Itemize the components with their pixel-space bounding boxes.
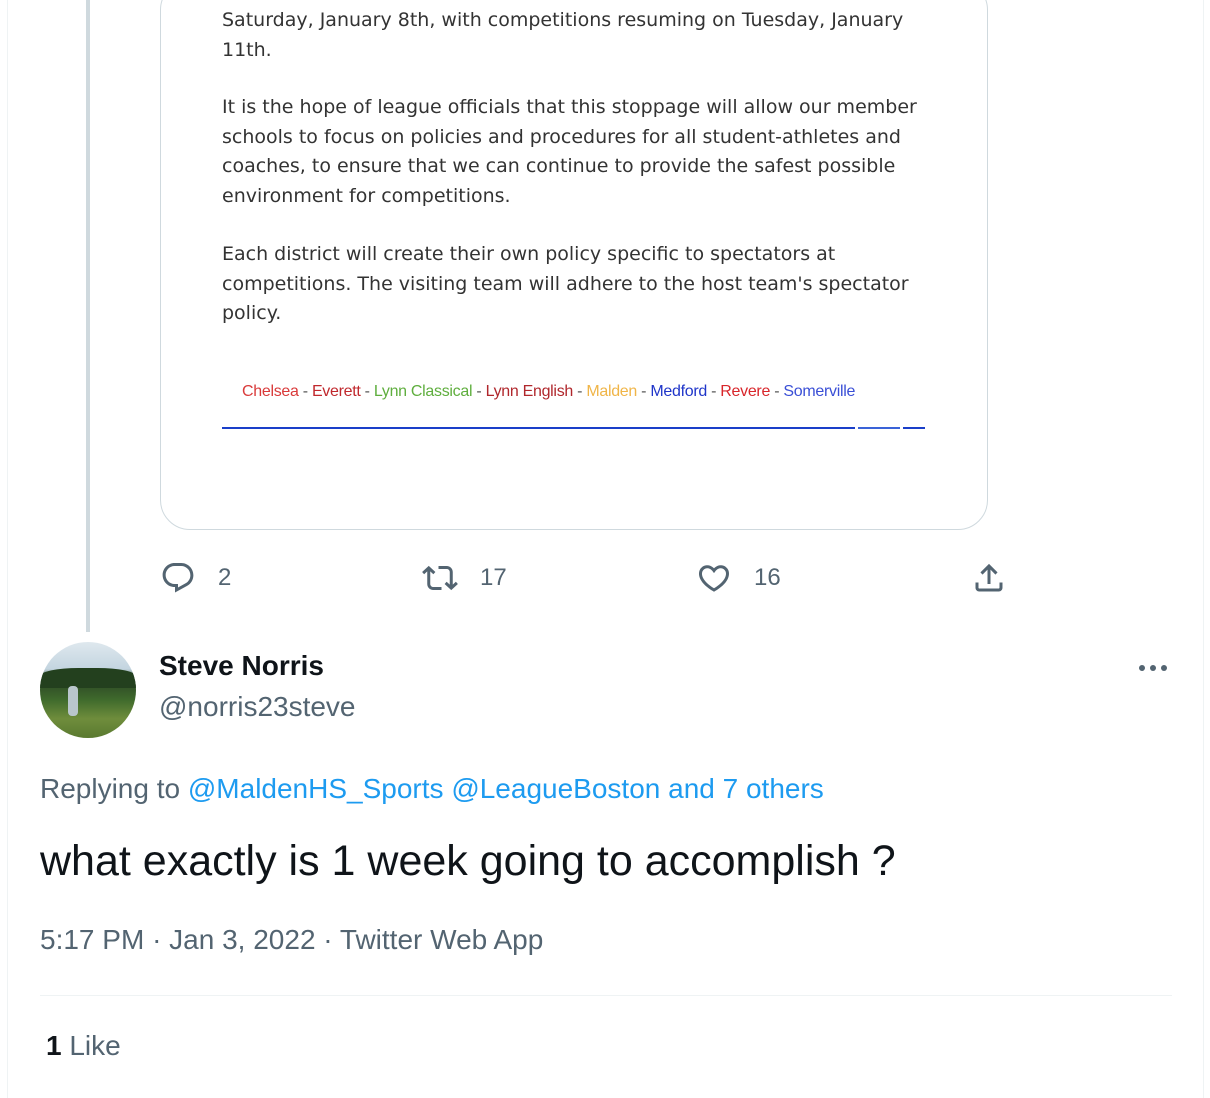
share-button[interactable]	[971, 558, 1007, 598]
school-name: Malden	[586, 383, 638, 400]
tweet-date[interactable]: Jan 3, 2022	[169, 924, 315, 955]
school-name: Lynn Classical	[373, 383, 473, 400]
like-count: 16	[754, 564, 781, 591]
retweet-button[interactable]: 17	[422, 558, 507, 598]
school-separator: -	[706, 383, 721, 400]
timeline-border-right	[1203, 0, 1204, 1098]
reply-button[interactable]: 2	[160, 558, 231, 598]
stats-divider	[40, 995, 1172, 996]
school-name: Everett	[311, 383, 361, 400]
league-schools-list: Chelsea - Everett - Lynn Classical - Lyn…	[242, 383, 855, 401]
more-options-button[interactable]	[1130, 650, 1176, 686]
school-name: Somerville	[783, 383, 856, 400]
mention-link[interactable]: @LeagueBoston	[451, 773, 660, 804]
meta-separator: ·	[323, 924, 333, 955]
heart-icon	[698, 565, 730, 592]
thread-connector-line	[86, 0, 90, 632]
likes-label: Like	[69, 1030, 121, 1061]
document-rule-end	[903, 427, 925, 429]
more-icon	[1139, 665, 1145, 671]
author-handle[interactable]: @norris23steve	[159, 691, 356, 723]
document-rule	[222, 427, 855, 429]
tweet-text: what exactly is 1 week going to accompli…	[40, 837, 896, 885]
document-rule-tail	[858, 427, 900, 429]
share-icon	[975, 563, 1003, 592]
doc-paragraph-3: Each district will create their own poli…	[222, 243, 909, 324]
likes-stat[interactable]: 1 Like	[46, 1030, 121, 1062]
tweet-time[interactable]: 5:17 PM	[40, 924, 144, 955]
retweet-count: 17	[480, 564, 507, 591]
school-separator: -	[360, 383, 374, 400]
tweet-meta: 5:17 PM · Jan 3, 2022 · Twitter Web App	[40, 924, 543, 956]
doc-paragraph-2: It is the hope of league officials that …	[222, 96, 917, 207]
school-separator: -	[770, 383, 784, 400]
reply-icon	[162, 563, 194, 593]
others-link[interactable]: and 7 others	[668, 773, 824, 804]
author-avatar[interactable]	[40, 642, 136, 738]
tweet-source: Twitter Web App	[339, 924, 544, 955]
retweet-icon	[422, 565, 458, 591]
doc-paragraph-1: Saturday, January 8th, with competitions…	[222, 9, 904, 61]
like-button[interactable]: 16	[696, 558, 781, 598]
author-name[interactable]: Steve Norris	[159, 650, 324, 682]
replying-prefix: Replying to	[40, 773, 181, 804]
timeline-border-left	[7, 0, 8, 1098]
tweet-action-bar: 2 17 16	[160, 558, 1020, 598]
school-name: Revere	[720, 383, 771, 400]
mention-link[interactable]: @MaldenHS_Sports	[188, 773, 444, 804]
school-separator: -	[637, 383, 651, 400]
meta-separator: ·	[152, 924, 162, 955]
school-separator: -	[573, 383, 587, 400]
school-name: Chelsea	[242, 383, 299, 400]
school-separator: -	[472, 383, 486, 400]
reply-count: 2	[218, 564, 232, 591]
likes-total: 1	[46, 1030, 62, 1061]
school-name: Lynn English	[485, 383, 574, 400]
replying-to-line: Replying to @MaldenHS_Sports @LeagueBost…	[40, 773, 824, 805]
school-name: Medford	[650, 383, 707, 400]
school-separator: -	[298, 383, 312, 400]
